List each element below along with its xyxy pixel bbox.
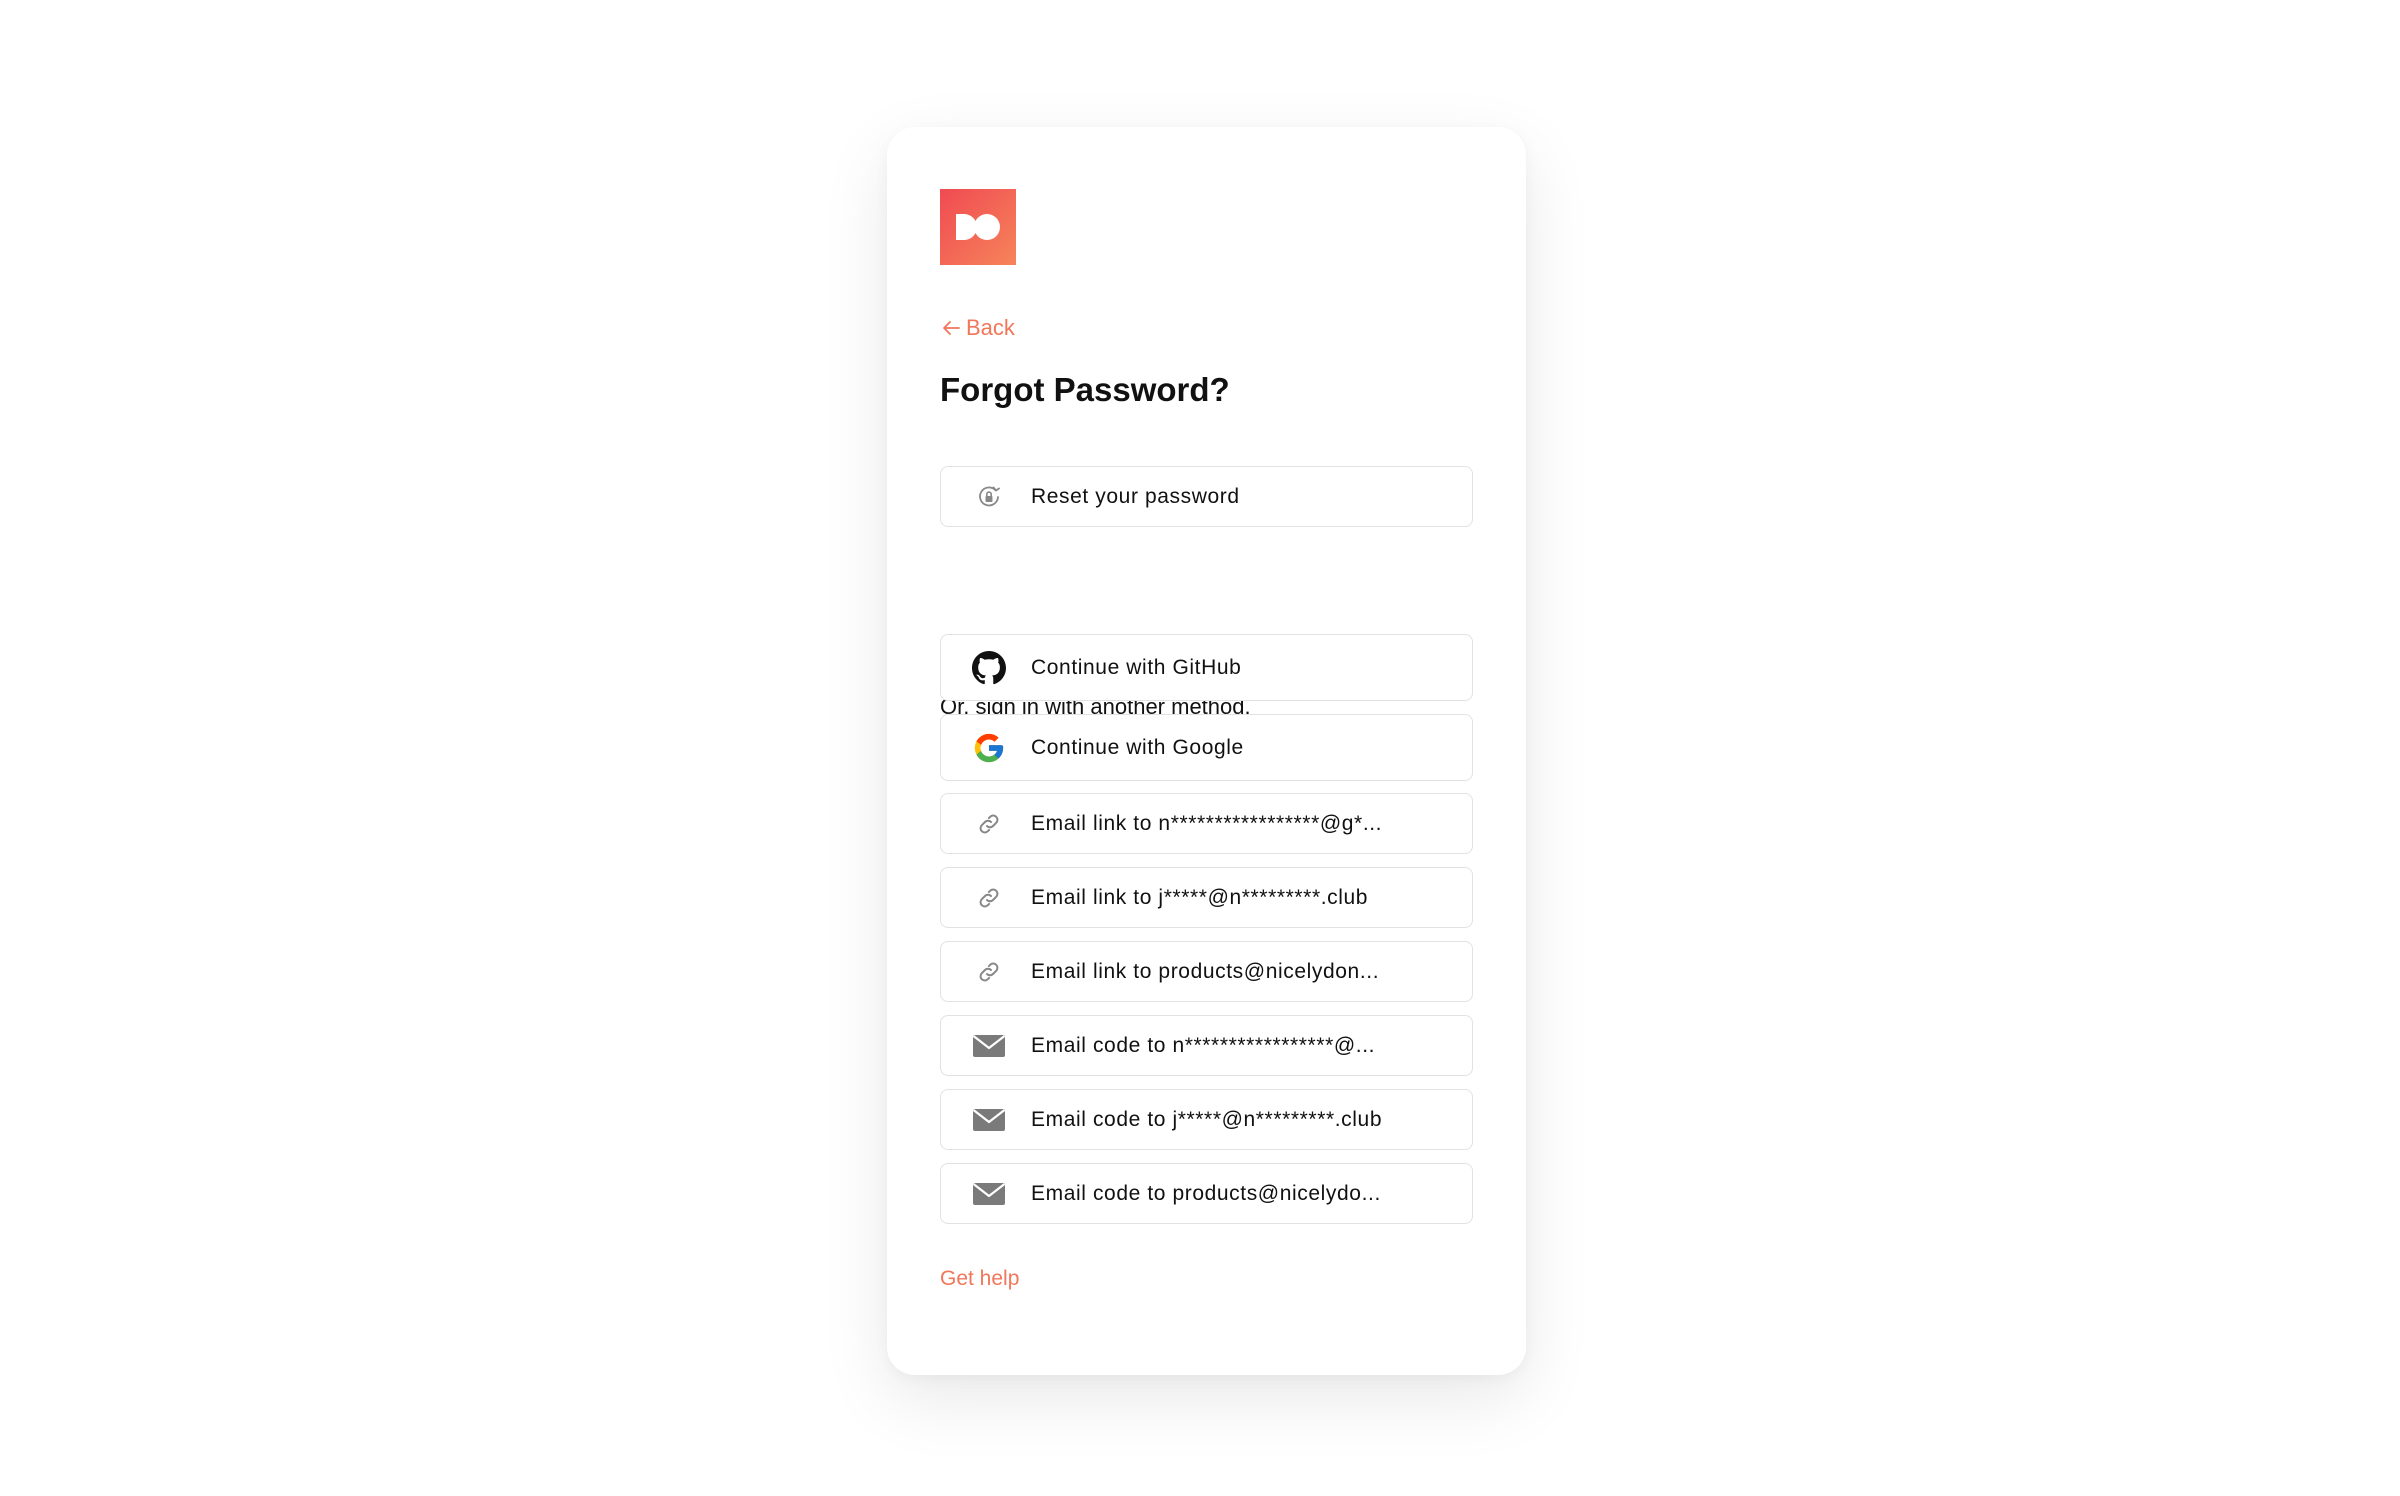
email-link-button[interactable]: Email link to j*****@n*********.club: [940, 867, 1473, 928]
get-help-link[interactable]: Get help: [940, 1267, 1019, 1291]
google-icon: [971, 730, 1007, 766]
arrow-left-icon: [943, 321, 960, 335]
email-link-button[interactable]: Email link to n*****************@g*...: [940, 793, 1473, 854]
email-link-button[interactable]: Email link to products@nicelydon...: [940, 941, 1473, 1002]
back-label: Back: [966, 315, 1015, 340]
reset-password-button[interactable]: Reset your password: [940, 466, 1473, 527]
reset-password-label: Reset your password: [1031, 484, 1240, 508]
google-signin-button[interactable]: Continue with Google: [940, 714, 1473, 781]
email-link-label: Email link to j*****@n*********.club: [1031, 885, 1369, 909]
email-code-label: Email code to products@nicelydo...: [1031, 1181, 1381, 1205]
mail-icon: [971, 1028, 1007, 1064]
auth-card: Back Forgot Password? Reset your passwor…: [887, 127, 1526, 1375]
email-link-label: Email link to n*****************@g*...: [1031, 811, 1383, 835]
email-code-label: Email code to j*****@n*********.club: [1031, 1107, 1383, 1131]
link-icon: [971, 954, 1007, 990]
email-code-label: Email code to n*****************@...: [1031, 1033, 1376, 1057]
brand-logo-icon: [940, 189, 1016, 265]
back-link[interactable]: Back: [940, 315, 1015, 341]
github-signin-label: Continue with GitHub: [1031, 655, 1242, 679]
email-code-button[interactable]: Email code to j*****@n*********.club: [940, 1089, 1473, 1150]
link-icon: [971, 806, 1007, 842]
email-code-button[interactable]: Email code to products@nicelydo...: [940, 1163, 1473, 1224]
github-icon: [971, 650, 1007, 686]
email-code-button[interactable]: Email code to n*****************@...: [940, 1015, 1473, 1076]
email-link-label: Email link to products@nicelydon...: [1031, 959, 1380, 983]
github-signin-button[interactable]: Continue with GitHub: [940, 634, 1473, 701]
mail-icon: [971, 1176, 1007, 1212]
mail-icon: [971, 1102, 1007, 1138]
link-icon: [971, 880, 1007, 916]
page-title: Forgot Password?: [940, 371, 1230, 408]
lock-reset-icon: [971, 479, 1007, 515]
google-signin-label: Continue with Google: [1031, 735, 1244, 759]
